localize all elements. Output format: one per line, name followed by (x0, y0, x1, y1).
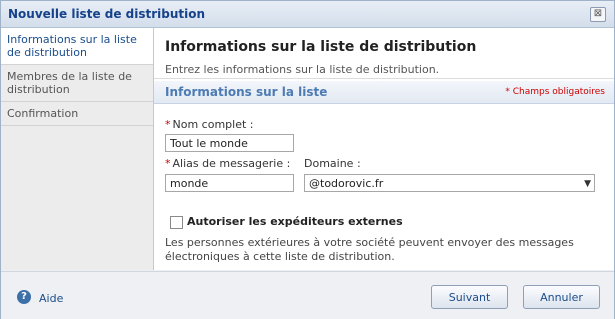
sidebar-item-informations[interactable]: Informations sur la liste de distributio… (1, 28, 153, 65)
full-name-field[interactable]: Tout le monde (165, 134, 294, 152)
next-button[interactable]: Suivant (431, 285, 508, 309)
domain-label: Domaine : (304, 157, 361, 170)
required-star: * (165, 157, 171, 170)
help-link[interactable]: Aide (39, 292, 63, 305)
alias-field[interactable]: monde (165, 174, 294, 192)
external-senders-label[interactable]: Autoriser les expéditeurs externes (187, 215, 403, 228)
required-star: * (165, 118, 171, 131)
sidebar-item-label: Membres de la liste de distribution (7, 70, 132, 96)
dialog-footer: ? Aide Suivant Annuler (1, 271, 614, 319)
sidebar-item-confirmation[interactable]: Confirmation (1, 102, 153, 126)
section-title: Informations sur la liste (165, 85, 328, 99)
alias-label: * Alias de messagerie : (165, 157, 291, 170)
sidebar-item-label: Confirmation (7, 107, 79, 120)
sidebar-item-label: Informations sur la liste de distributio… (7, 33, 137, 59)
full-name-label: * Nom complet : (165, 118, 254, 131)
page-title: Informations sur la liste de distributio… (165, 39, 477, 55)
help-icon[interactable]: ? (17, 290, 31, 304)
section-header: Informations sur la liste * Champs oblig… (154, 81, 614, 104)
sidebar-item-membres[interactable]: Membres de la liste de distribution (1, 65, 153, 102)
wizard-steps-sidebar: Informations sur la liste de distributio… (1, 28, 154, 270)
required-fields-note: * Champs obligatoires (505, 87, 605, 97)
main-header: Informations sur la liste de distributio… (154, 28, 614, 79)
external-senders-checkbox[interactable] (170, 216, 183, 229)
cancel-button[interactable]: Annuler (523, 285, 600, 309)
external-senders-description: Les personnes extérieures à votre sociét… (165, 236, 574, 263)
page-description: Entrez les informations sur la liste de … (165, 63, 440, 76)
domain-select[interactable]: @todorovic.fr ▼ (304, 174, 595, 192)
dialog-window: Nouvelle liste de distribution ⊠ Informa… (0, 0, 615, 319)
chevron-down-icon: ▼ (584, 179, 591, 189)
title-bar[interactable]: Nouvelle liste de distribution ⊠ (1, 1, 614, 28)
dialog-title: Nouvelle liste de distribution (8, 7, 206, 21)
main-panel: Informations sur la liste de distributio… (154, 28, 614, 270)
domain-value: @todorovic.fr (309, 177, 384, 190)
close-icon[interactable]: ⊠ (590, 7, 606, 22)
